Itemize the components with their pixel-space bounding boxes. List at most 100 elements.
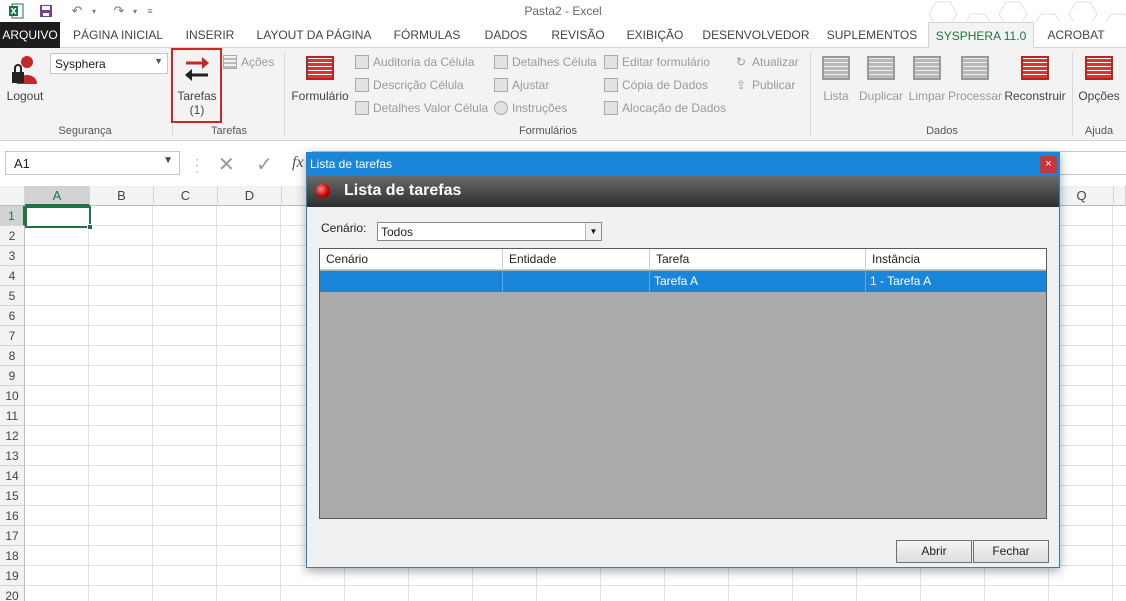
sysphera-connection-dropdown[interactable]: Sysphera ▼ — [50, 53, 168, 74]
tab-exibicao[interactable]: EXIBIÇÃO — [622, 22, 688, 48]
alocacao-label: Alocação de Dados — [622, 101, 727, 115]
row-header[interactable]: 11 — [0, 406, 25, 426]
descricao-celula-button[interactable]: Descrição Célula — [355, 75, 464, 95]
row-header[interactable]: 17 — [0, 526, 25, 546]
enter-check-icon[interactable]: ✓ — [256, 152, 273, 177]
reconstruir-button[interactable]: Reconstruir — [1004, 56, 1066, 103]
ribbon-tabs: ARQUIVO PÁGINA INICIAL INSERIR LAYOUT DA… — [0, 22, 1126, 49]
detalhes-celula-button[interactable]: Detalhes Célula — [494, 52, 597, 72]
tab-pagina-inicial[interactable]: PÁGINA INICIAL — [66, 22, 170, 48]
row-header[interactable]: 8 — [0, 346, 25, 366]
close-button[interactable]: Fechar — [973, 540, 1049, 563]
publicar-button[interactable]: ⇪ Publicar — [734, 75, 795, 95]
row-header[interactable]: 16 — [0, 506, 25, 526]
row-header[interactable]: 20 — [0, 586, 25, 601]
red-led-icon — [316, 184, 330, 198]
acoes-button[interactable]: Ações — [223, 52, 274, 72]
duplicar-button[interactable]: Duplicar — [858, 56, 904, 103]
task-table[interactable]: Cenário Entidade Tarefa Instância Tarefa… — [319, 248, 1047, 519]
column-header-a[interactable]: A — [25, 186, 90, 206]
options-sheet-icon — [1085, 56, 1113, 80]
row-header[interactable]: 9 — [0, 366, 25, 386]
name-box[interactable]: A1 ▼ — [5, 151, 180, 175]
column-header-entidade[interactable]: Entidade — [503, 249, 650, 270]
group-label-tarefas: Tarefas — [210, 125, 248, 137]
processar-button[interactable]: Processar — [948, 56, 1002, 103]
acoes-label: Ações — [241, 55, 275, 69]
column-header-instancia[interactable]: Instância — [866, 249, 1046, 270]
row-header[interactable]: 14 — [0, 466, 25, 486]
active-cell-a1[interactable] — [25, 206, 93, 230]
processar-label: Processar — [948, 89, 1003, 103]
dialog-title: Lista de tarefas — [310, 157, 393, 171]
tab-formulas[interactable]: FÓRMULAS — [388, 22, 466, 48]
tab-inserir[interactable]: INSERIR — [180, 22, 240, 48]
logout-button[interactable]: Logout — [4, 54, 46, 103]
clear-sheet-icon — [913, 56, 941, 80]
column-header-r[interactable] — [1114, 186, 1126, 206]
formulario-button[interactable]: Formulário — [290, 56, 350, 103]
allocation-icon — [604, 101, 618, 115]
cancel-icon[interactable]: ✕ — [218, 152, 235, 177]
tarefas-button[interactable]: Tarefas (1) — [174, 54, 220, 117]
insert-function-icon[interactable]: fx — [292, 154, 304, 172]
publish-icon: ⇪ — [735, 78, 747, 92]
alocacao-dados-button[interactable]: Alocação de Dados — [604, 98, 726, 118]
row-header[interactable]: 4 — [0, 266, 25, 286]
table-header: Cenário Entidade Tarefa Instância — [320, 249, 1046, 270]
close-icon[interactable]: × — [1040, 156, 1057, 173]
row-header[interactable]: 6 — [0, 306, 25, 326]
column-header-d[interactable]: D — [218, 186, 282, 206]
row-header[interactable]: 2 — [0, 226, 25, 246]
row-header[interactable]: 13 — [0, 446, 25, 466]
duplicar-label: Duplicar — [858, 89, 903, 103]
copia-dados-button[interactable]: Cópia de Dados — [604, 75, 708, 95]
task-list-dialog: Lista de tarefas × Lista de tarefas Cená… — [306, 152, 1060, 568]
dialog-titlebar[interactable]: Lista de tarefas — [307, 153, 1059, 176]
tab-revisao[interactable]: REVISÃO — [544, 22, 612, 48]
tarefas-label: Tarefas — [177, 89, 217, 103]
instrucoes-button[interactable]: Instruções — [494, 98, 567, 118]
row-header[interactable]: 10 — [0, 386, 25, 406]
fill-handle[interactable] — [87, 224, 93, 230]
column-header-b[interactable]: B — [90, 186, 154, 206]
open-button[interactable]: Abrir — [896, 540, 972, 563]
row-header[interactable]: 12 — [0, 426, 25, 446]
limpar-button[interactable]: Limpar — [906, 56, 948, 103]
auditoria-celula-button[interactable]: Auditoria da Célula — [355, 52, 474, 72]
ajustar-button[interactable]: Ajustar — [494, 75, 549, 95]
limpar-label: Limpar — [908, 89, 946, 103]
row-header[interactable]: 15 — [0, 486, 25, 506]
table-row[interactable]: Tarefa A 1 - Tarefa A — [320, 271, 1046, 292]
column-header-c[interactable]: C — [154, 186, 218, 206]
ajustar-label: Ajustar — [512, 78, 550, 92]
row-header[interactable]: 7 — [0, 326, 25, 346]
editar-formulario-button[interactable]: Editar formulário — [604, 52, 710, 72]
formula-bar-handle-icon[interactable]: · · · — [195, 153, 199, 177]
opcoes-button[interactable]: Opções — [1076, 56, 1122, 103]
tab-layout-da-pagina[interactable]: LAYOUT DA PÁGINA — [250, 22, 378, 48]
tab-dados[interactable]: DADOS — [478, 22, 534, 48]
tab-sysphera[interactable]: SYSPHERA 11.0 — [928, 22, 1034, 49]
column-header-cenario[interactable]: Cenário — [320, 249, 503, 270]
tab-desenvolvedor[interactable]: DESENVOLVEDOR — [700, 22, 812, 48]
select-all-corner[interactable] — [0, 186, 25, 206]
window-title: Pasta2 - Excel — [524, 4, 602, 18]
tab-acrobat[interactable]: ACROBAT — [1040, 22, 1112, 48]
cell-entidade — [503, 271, 650, 292]
atualizar-button[interactable]: ↻ Atualizar — [734, 52, 799, 72]
tasks-arrows-icon — [185, 57, 209, 81]
row-header[interactable]: 19 — [0, 566, 25, 586]
tab-arquivo[interactable]: ARQUIVO — [0, 22, 60, 48]
row-header[interactable]: 1 — [0, 206, 25, 226]
process-sheet-icon — [961, 56, 989, 80]
row-header[interactable]: 5 — [0, 286, 25, 306]
row-header[interactable]: 3 — [0, 246, 25, 266]
tab-suplementos[interactable]: SUPLEMENTOS — [824, 22, 920, 48]
scenario-select[interactable]: Todos ▼ — [377, 222, 602, 241]
lista-button[interactable]: Lista — [818, 56, 854, 103]
detalhes-valor-celula-button[interactable]: Detalhes Valor Célula — [355, 98, 488, 118]
row-header[interactable]: 18 — [0, 546, 25, 566]
column-header-tarefa[interactable]: Tarefa — [650, 249, 866, 270]
group-label-formularios: Formulários — [518, 125, 578, 137]
